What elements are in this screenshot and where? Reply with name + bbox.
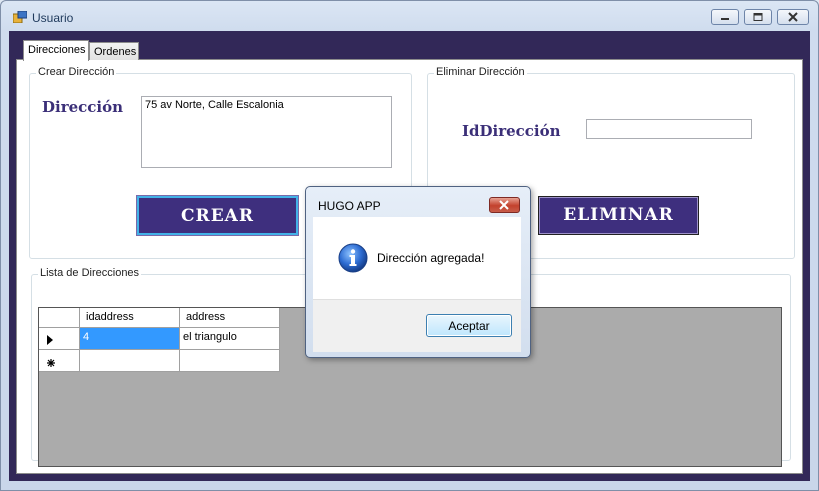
accept-button[interactable]: Aceptar [426, 314, 512, 337]
form-app-icon [13, 11, 27, 23]
tab-direcciones[interactable]: Direcciones [23, 40, 89, 61]
crear-button[interactable]: CREAR [136, 195, 299, 236]
iddireccion-label: IdDirección [462, 122, 561, 140]
column-header-address[interactable]: address [180, 308, 280, 328]
current-row-arrow-icon [47, 335, 53, 345]
maximize-icon [753, 13, 763, 21]
window-title: Usuario [32, 11, 74, 25]
dialog-footer: Aceptar [313, 299, 521, 352]
close-button[interactable] [777, 9, 809, 25]
row-header-current[interactable] [39, 328, 80, 350]
eliminar-direccion-group-title: Eliminar Dirección [434, 66, 527, 78]
new-cell-address[interactable] [180, 350, 280, 372]
close-icon [788, 12, 798, 22]
column-header-idaddress[interactable]: idaddress [80, 308, 180, 328]
message-dialog: HUGO APP Dirección agregada! Aceptar [305, 186, 531, 358]
lista-direcciones-group-title: Lista de Direcciones [38, 267, 142, 279]
iddireccion-input[interactable] [586, 119, 752, 139]
new-row-asterisk-icon [47, 359, 55, 367]
dialog-close-button[interactable] [489, 197, 520, 213]
grid-corner-header[interactable] [39, 308, 80, 328]
eliminar-button[interactable]: ELIMINAR [538, 196, 699, 235]
title-bar[interactable]: Usuario [1, 1, 818, 31]
direccion-input[interactable]: 75 av Norte, Calle Escalonia [141, 96, 392, 168]
new-cell-idaddress[interactable] [80, 350, 180, 372]
row-header-new[interactable] [39, 350, 80, 372]
cell-address[interactable]: el triangulo [180, 328, 280, 350]
minimize-icon [721, 18, 729, 20]
maximize-button[interactable] [744, 9, 772, 25]
direccion-label: Dirección [42, 98, 124, 116]
minimize-button[interactable] [711, 9, 739, 25]
close-icon [499, 200, 509, 210]
tab-ordenes[interactable]: Ordenes [89, 42, 139, 60]
info-icon [338, 243, 368, 273]
crear-direccion-group-title: Crear Dirección [36, 66, 117, 78]
dialog-title: HUGO APP [318, 199, 381, 213]
cell-idaddress[interactable]: 4 [80, 328, 180, 350]
dialog-message: Dirección agregada! [377, 251, 485, 265]
dialog-body: Dirección agregada! Aceptar [313, 217, 521, 352]
